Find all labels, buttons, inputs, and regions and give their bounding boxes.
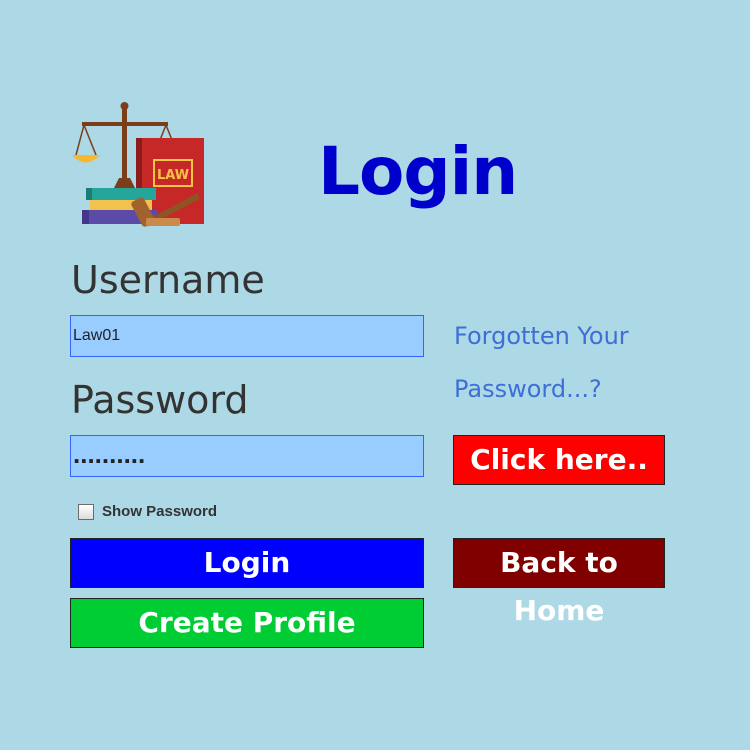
show-password-checkbox[interactable] [78, 504, 94, 520]
password-input[interactable]: .......... [70, 435, 424, 477]
forgot-password-text-line1: Forgotten Your [454, 322, 629, 350]
show-password-label[interactable]: Show Password [102, 503, 217, 521]
page-title: Login [318, 133, 518, 210]
username-input[interactable]: Law01 [70, 315, 424, 357]
back-to-home-button[interactable]: Back to Home [453, 538, 665, 627]
create-profile-button[interactable]: Create Profile [70, 598, 424, 648]
forgot-password-text-line2: Password...? [454, 375, 602, 403]
username-label: Username [71, 258, 265, 302]
login-button[interactable]: Login [70, 538, 424, 588]
click-here-button[interactable]: Click here.. [453, 435, 665, 485]
logo-law-text: LAW [157, 168, 189, 183]
law-logo-icon: LAW [72, 102, 204, 227]
password-label: Password [71, 378, 249, 422]
